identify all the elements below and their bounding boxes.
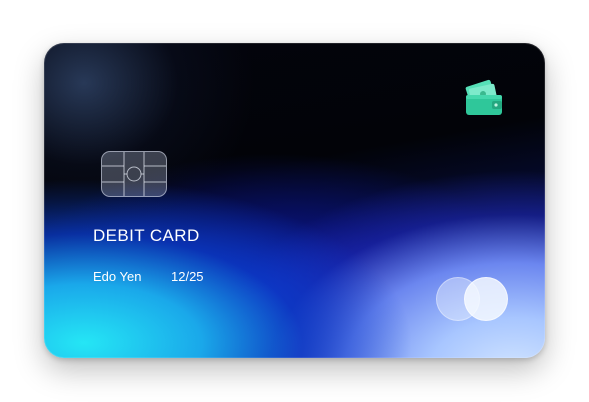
debit-card[interactable]: DEBIT CARD Edo Yen 12/25 — [44, 43, 545, 358]
card-brand-logo — [436, 277, 510, 323]
card-holder-name: Edo Yen — [93, 269, 142, 284]
card-expiry-date: 12/25 — [171, 269, 204, 284]
card-type-label: DEBIT CARD — [93, 226, 200, 245]
wallet-icon[interactable] — [462, 77, 504, 119]
page-stage: DEBIT CARD Edo Yen 12/25 — [0, 0, 589, 402]
brand-circle-right-icon — [464, 277, 508, 321]
chip-icon — [101, 151, 167, 197]
